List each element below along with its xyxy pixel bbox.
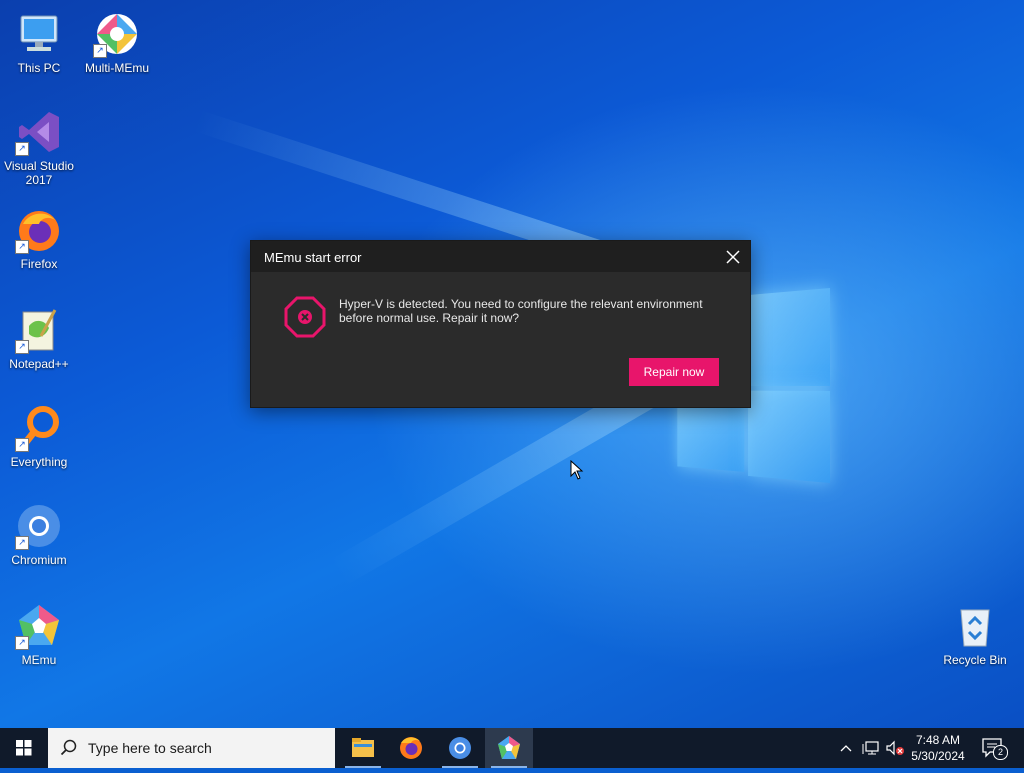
desktop-icon-label: Everything — [10, 455, 68, 469]
close-button[interactable] — [724, 248, 742, 266]
desktop-icon-this-pc[interactable]: This PC — [0, 10, 78, 75]
memu-start-error-dialog: MEmu start error Hyper-V is detected. Yo… — [250, 240, 751, 408]
desktop-icon-label: Firefox — [20, 257, 58, 271]
network-icon — [862, 741, 879, 755]
search-placeholder: Type here to search — [88, 740, 212, 756]
clock-date: 5/30/2024 — [911, 749, 965, 763]
windows-start-icon — [16, 740, 32, 756]
error-octagon-icon — [284, 296, 326, 338]
desktop-icon-recycle-bin[interactable]: Recycle Bin — [936, 602, 1014, 667]
start-button[interactable] — [0, 728, 48, 768]
taskbar-app-firefox[interactable] — [387, 728, 435, 768]
volume-button[interactable] — [885, 740, 905, 756]
desktop-icon-firefox[interactable]: ↗ Firefox — [0, 206, 78, 271]
recycle-bin-icon — [951, 602, 999, 650]
memu-icon: ↗ — [15, 602, 63, 650]
clock-time: 7:48 AM — [915, 733, 961, 747]
desktop-icon-label: Chromium — [11, 553, 67, 567]
visual-studio-icon: ↗ — [15, 108, 63, 156]
desktop-icon-memu[interactable]: ↗ MEmu — [0, 602, 78, 667]
everything-search-icon: ↗ — [15, 404, 63, 452]
search-icon — [60, 739, 77, 756]
shortcut-arrow-icon: ↗ — [93, 44, 107, 58]
desktop-icon-label: Visual Studio 2017 — [4, 159, 74, 187]
action-center-button[interactable]: 2 — [980, 736, 1008, 760]
chromium-icon: ↗ — [15, 502, 63, 550]
taskbar-search-box[interactable]: Type here to search — [48, 728, 335, 768]
desktop-icon-notepad-plus-plus[interactable]: ↗ Notepad++ — [0, 306, 78, 371]
light-beam — [330, 380, 657, 586]
taskbar: Type here to search 7:48 AM 5/30/2024 2 — [0, 728, 1024, 768]
notepad-plus-plus-icon: ↗ — [15, 306, 63, 354]
desktop-icon-label: Notepad++ — [9, 357, 69, 371]
desktop-icon-label: This PC — [17, 61, 61, 75]
network-button[interactable] — [862, 740, 880, 756]
file-explorer-icon — [352, 738, 374, 757]
shortcut-arrow-icon: ↗ — [15, 340, 29, 354]
dialog-title: MEmu start error — [264, 250, 362, 265]
taskbar-app-file-explorer[interactable] — [339, 728, 387, 768]
chevron-up-icon — [840, 745, 852, 752]
volume-muted-icon — [886, 740, 904, 756]
shortcut-arrow-icon: ↗ — [15, 536, 29, 550]
error-message: Hyper-V is detected. You need to configu… — [339, 297, 703, 325]
shortcut-arrow-icon: ↗ — [15, 636, 29, 650]
desktop-icon-label: Recycle Bin — [943, 653, 1007, 667]
taskbar-app-memu[interactable] — [485, 728, 533, 768]
shortcut-arrow-icon: ↗ — [15, 240, 29, 254]
this-pc-icon — [15, 10, 63, 58]
notification-count-badge: 2 — [993, 745, 1008, 760]
desktop-icon-everything[interactable]: ↗ Everything — [0, 404, 78, 469]
desktop-icon-multi-memu[interactable]: ↗ Multi-MEmu — [78, 10, 156, 75]
firefox-icon — [400, 737, 422, 759]
desktop-icon-label: Multi-MEmu — [84, 61, 149, 75]
shortcut-arrow-icon: ↗ — [15, 438, 29, 452]
repair-now-button[interactable]: Repair now — [629, 358, 719, 386]
chromium-icon — [449, 737, 471, 759]
desktop-background: This PC ↗ Multi-MEmu ↗ Visual Studio 201 — [0, 0, 1024, 728]
firefox-icon: ↗ — [15, 206, 63, 254]
multi-memu-icon: ↗ — [93, 10, 141, 58]
taskbar-app-chromium[interactable] — [436, 728, 484, 768]
clock[interactable]: 7:48 AM 5/30/2024 — [906, 732, 970, 764]
desktop-icon-label: MEmu — [21, 653, 57, 667]
dialog-titlebar[interactable]: MEmu start error — [251, 241, 750, 272]
desktop-icon-visual-studio[interactable]: ↗ Visual Studio 2017 — [0, 108, 78, 187]
desktop-icon-chromium[interactable]: ↗ Chromium — [0, 502, 78, 567]
close-icon — [726, 250, 740, 264]
show-hidden-icons-button[interactable] — [838, 740, 854, 756]
mouse-cursor-icon — [570, 459, 584, 480]
shortcut-arrow-icon: ↗ — [15, 142, 29, 156]
memu-icon — [498, 736, 520, 759]
